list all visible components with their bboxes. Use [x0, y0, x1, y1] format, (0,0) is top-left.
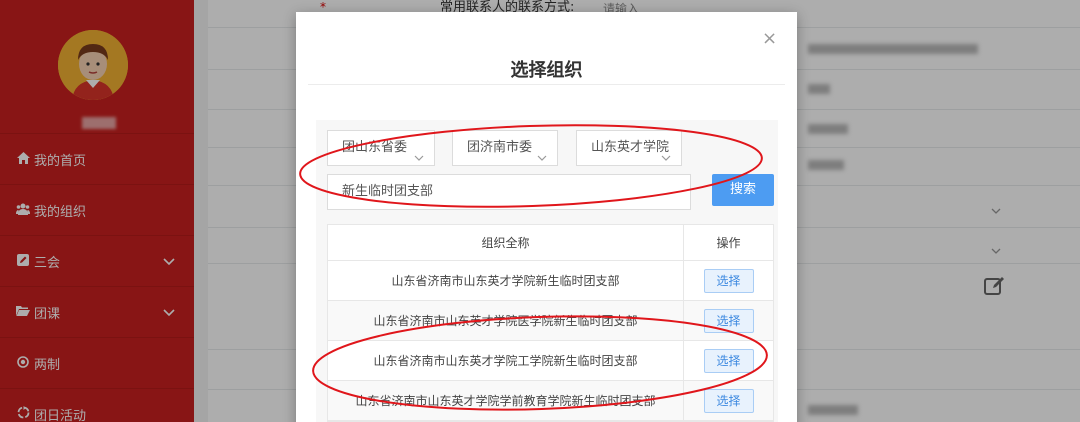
select-org-button[interactable]: 选择	[703, 268, 754, 293]
table-header: 组织全称 操作	[328, 225, 773, 261]
org-name: 山东省济南市山东英才学院新生临时团支部	[328, 261, 684, 300]
column-header-name: 组织全称	[328, 225, 684, 260]
annotation-ellipse-search	[299, 124, 763, 208]
annotation-ellipse-results	[312, 315, 768, 411]
modal-divider	[308, 84, 785, 85]
close-icon[interactable]: ×	[762, 28, 777, 49]
column-header-op: 操作	[716, 236, 741, 250]
table-row: 山东省济南市山东英才学院新生临时团支部 选择	[328, 261, 773, 301]
modal-title: 选择组织	[510, 60, 583, 81]
